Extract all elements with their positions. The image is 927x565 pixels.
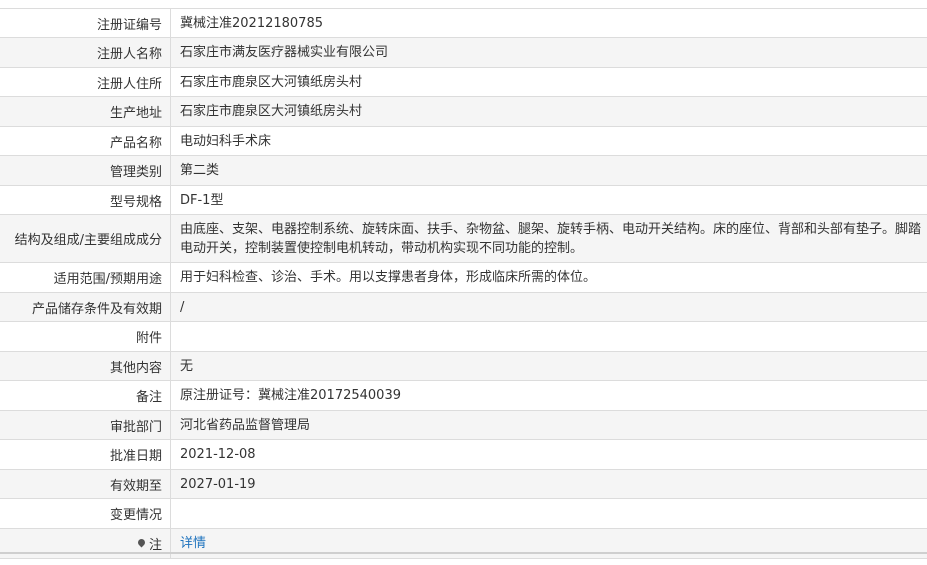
row-value: 第二类 <box>180 163 220 178</box>
row-value: 2027-01-19 <box>180 476 256 492</box>
row-value: 原注册证号：冀械注准20172540039 <box>180 388 401 403</box>
row-label: 结构及组成/主要组成成分 <box>0 215 171 262</box>
table-row: 有效期至 2027-01-19 <box>0 470 927 499</box>
row-label: 其他内容 <box>0 352 171 380</box>
table-row: 注 详情 <box>0 529 927 559</box>
row-value: / <box>180 299 185 315</box>
table-row: 附件 <box>0 322 927 352</box>
table-row: 审批部门 河北省药品监督管理局 <box>0 411 927 440</box>
row-label: 批准日期 <box>0 440 171 469</box>
table-row: 备注 原注册证号：冀械注准20172540039 <box>0 381 927 411</box>
table-row: 其他内容 无 <box>0 352 927 381</box>
table-row: 批准日期 2021-12-08 <box>0 440 927 470</box>
row-label: 适用范围/预期用途 <box>0 263 171 292</box>
table-row: 产品名称 电动妇科手术床 <box>0 127 927 156</box>
table-row: 产品储存条件及有效期 / <box>0 293 927 322</box>
row-value <box>171 322 927 351</box>
row-value: 用于妇科检查、诊治、手术。用以支撑患者身体，形成临床所需的体位。 <box>180 270 597 285</box>
row-label: 注册人名称 <box>0 38 171 67</box>
row-label: 注册证编号 <box>0 9 171 37</box>
row-label: 附件 <box>0 322 171 351</box>
row-value: 冀械注准20212180785 <box>180 15 323 31</box>
table-row: 注册证编号 冀械注准20212180785 <box>0 9 927 38</box>
row-value: 电动妇科手术床 <box>180 133 272 149</box>
row-value: 石家庄市满友医疗器械实业有限公司 <box>180 45 389 60</box>
table-row: 结构及组成/主要组成成分 由底座、支架、电器控制系统、旋转床面、扶手、杂物盆、腿… <box>0 215 927 263</box>
row-label: 管理类别 <box>0 156 171 185</box>
row-label: 有效期至 <box>0 470 171 498</box>
row-label: 变更情况 <box>0 499 171 528</box>
table-row: 生产地址 石家庄市鹿泉区大河镇纸房头村 <box>0 97 927 127</box>
details-link[interactable]: 详情 <box>180 534 206 553</box>
row-value: 石家庄市鹿泉区大河镇纸房头村 <box>180 74 363 90</box>
table-row: 适用范围/预期用途 用于妇科检查、诊治、手术。用以支撑患者身体，形成临床所需的体… <box>0 263 927 293</box>
table-row: 注册人名称 石家庄市满友医疗器械实业有限公司 <box>0 38 927 68</box>
row-label: 生产地址 <box>0 97 171 126</box>
row-value: 2021-12-08 <box>180 447 256 462</box>
row-value <box>171 499 927 528</box>
row-label: 产品储存条件及有效期 <box>0 293 171 321</box>
row-value: DF-1型 <box>180 192 224 208</box>
row-label: 审批部门 <box>0 411 171 439</box>
table-bottom-border <box>0 552 927 554</box>
row-value: 由底座、支架、电器控制系统、旋转床面、扶手、杂物盆、腿架、旋转手柄、电动开关结构… <box>180 221 922 256</box>
row-label: 备注 <box>0 381 171 410</box>
note-label: 注 <box>148 538 162 553</box>
row-label: 注册人住所 <box>0 68 171 96</box>
row-value: 河北省药品监督管理局 <box>180 417 311 433</box>
row-label: 型号规格 <box>0 186 171 214</box>
table-row: 注册人住所 石家庄市鹿泉区大河镇纸房头村 <box>0 68 927 97</box>
row-label: 产品名称 <box>0 127 171 155</box>
row-value: 无 <box>180 358 194 374</box>
registration-details-table: 注册证编号 冀械注准20212180785 注册人名称 石家庄市满友医疗器械实业… <box>0 8 927 559</box>
table-row: 变更情况 <box>0 499 927 529</box>
pin-icon <box>136 537 147 548</box>
row-value: 石家庄市鹿泉区大河镇纸房头村 <box>180 104 363 119</box>
table-row: 型号规格 DF-1型 <box>0 186 927 215</box>
table-row: 管理类别 第二类 <box>0 156 927 186</box>
